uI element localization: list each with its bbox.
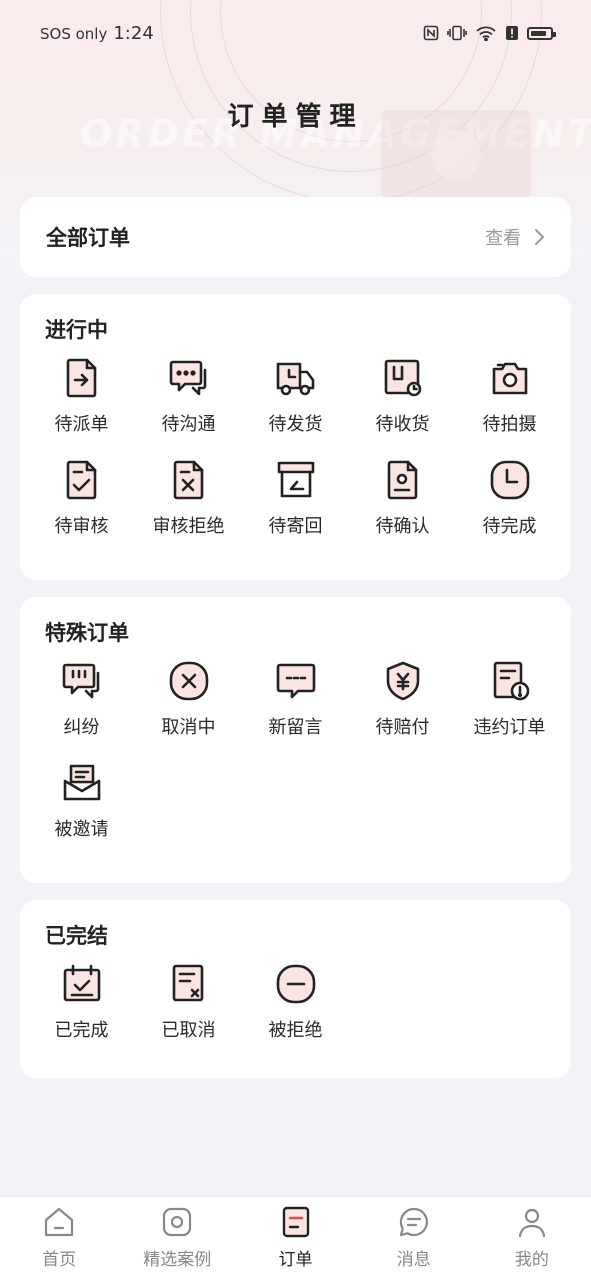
page-title: 订单管理	[227, 102, 364, 132]
order-status-rejected[interactable]: 被拒绝	[242, 962, 349, 1042]
order-status-pending-compensation[interactable]: 待赔付	[349, 659, 456, 739]
item-label: 已完成	[54, 1020, 109, 1041]
item-label: 已取消	[161, 1020, 216, 1041]
return-box-icon	[277, 461, 314, 498]
item-label: 待派单	[54, 414, 109, 435]
item-label: 取消中	[161, 717, 216, 738]
bottom-tab-bar: 首页 精选案例 订单 消息 我的	[0, 1196, 591, 1281]
truck-icon	[276, 362, 314, 396]
camera-icon	[492, 362, 527, 395]
all-orders-view-link[interactable]: 查看	[485, 224, 545, 250]
tab-featured-cases[interactable]: 精选案例	[118, 1197, 236, 1281]
tab-home[interactable]: 首页	[0, 1197, 118, 1281]
cancel-circle-icon	[169, 661, 208, 701]
document-cancelled-icon	[172, 964, 203, 1002]
tab-label: 消息	[396, 1250, 431, 1270]
status-time: 1:24	[113, 22, 154, 44]
shield-yen-icon	[386, 661, 419, 701]
chevron-right-icon	[535, 229, 544, 245]
item-label: 被拒绝	[268, 1020, 323, 1041]
tab-label: 首页	[42, 1250, 77, 1270]
order-status-review-rejected[interactable]: 审核拒绝	[135, 458, 242, 538]
document-warning-icon	[493, 661, 529, 701]
order-status-completed[interactable]: 已完成	[28, 962, 135, 1042]
clock-icon	[490, 460, 529, 500]
order-status-pending-shipment[interactable]: 待发货	[242, 356, 349, 436]
message-bubble-icon	[399, 1207, 428, 1237]
status-bar: SOS only 1:24	[0, 0, 591, 66]
order-status-pending-return[interactable]: 待寄回	[242, 458, 349, 538]
item-label: 被邀请	[54, 819, 109, 840]
item-label: 新留言	[268, 717, 323, 738]
item-label: 待赔付	[375, 717, 430, 738]
special-orders-card: 特殊订单 纠纷 取消中 新留言 待赔付 违约订单 被邀请	[20, 597, 571, 883]
order-status-invited[interactable]: 被邀请	[28, 761, 135, 841]
minus-circle-icon	[276, 964, 315, 1004]
order-status-pending-dispatch[interactable]: 待派单	[28, 356, 135, 436]
special-orders-title: 特殊订单	[45, 621, 129, 645]
tab-label: 我的	[514, 1250, 549, 1270]
in-progress-card: 进行中 待派单 待沟通 待发货 待收货 待拍摄 待审核 审核拒绝 待寄回 待确认…	[20, 294, 571, 580]
item-label: 违约订单	[473, 717, 546, 738]
order-status-pending-communication[interactable]: 待沟通	[135, 356, 242, 436]
tab-profile[interactable]: 我的	[473, 1197, 591, 1281]
finished-orders-title: 已完结	[45, 924, 108, 948]
order-status-pending-shoot[interactable]: 待拍摄	[456, 356, 563, 436]
dispatch-icon	[66, 358, 96, 398]
item-label: 待沟通	[161, 414, 216, 435]
all-orders-title: 全部订单	[46, 226, 130, 250]
order-status-new-message[interactable]: 新留言	[242, 659, 349, 739]
item-label: 审核拒绝	[152, 516, 225, 537]
status-carrier: SOS only	[40, 24, 108, 43]
item-label: 待确认	[375, 516, 430, 537]
finished-orders-card: 已完结 已完成 已取消 被拒绝	[20, 900, 571, 1078]
message-icon	[276, 663, 315, 699]
chat-icon	[169, 360, 206, 396]
document-check-icon	[66, 460, 96, 500]
item-label: 待完成	[482, 516, 537, 537]
document-person-icon	[387, 460, 417, 500]
all-orders-card[interactable]: 全部订单 查看	[20, 197, 571, 277]
nfc-icon	[423, 25, 439, 41]
calendar-check-icon	[63, 964, 100, 1002]
user-icon	[518, 1208, 546, 1238]
document-x-icon	[173, 460, 203, 500]
tab-orders[interactable]: 订单	[236, 1197, 354, 1281]
order-status-breach[interactable]: 违约订单	[456, 659, 563, 739]
package-icon	[384, 359, 421, 397]
order-icon	[282, 1206, 309, 1238]
item-label: 待拍摄	[482, 414, 537, 435]
featured-icon	[163, 1207, 192, 1237]
order-status-pending-confirm[interactable]: 待确认	[349, 458, 456, 538]
order-status-cancelling[interactable]: 取消中	[135, 659, 242, 739]
tab-label: 订单	[278, 1250, 313, 1270]
in-progress-title: 进行中	[45, 318, 108, 342]
view-label: 查看	[485, 228, 521, 249]
home-icon	[44, 1207, 74, 1237]
tab-messages[interactable]: 消息	[355, 1197, 473, 1281]
dispute-icon	[62, 663, 99, 699]
tab-label: 精选案例	[143, 1250, 212, 1270]
order-status-cancelled[interactable]: 已取消	[135, 962, 242, 1042]
item-label: 待发货	[268, 414, 323, 435]
item-label: 待寄回	[268, 516, 323, 537]
item-label: 待审核	[54, 516, 109, 537]
wifi-icon	[476, 26, 496, 41]
order-status-pending-complete[interactable]: 待完成	[456, 458, 563, 538]
order-status-pending-review[interactable]: 待审核	[28, 458, 135, 538]
order-status-dispute[interactable]: 纠纷	[28, 659, 135, 739]
battery-icon	[527, 26, 556, 40]
order-status-pending-receipt[interactable]: 待收货	[349, 356, 456, 436]
item-label: 纠纷	[63, 717, 100, 738]
item-label: 待收货	[375, 414, 430, 435]
envelope-icon	[63, 764, 100, 801]
alert-icon	[506, 26, 518, 40]
vibrate-icon	[447, 25, 467, 41]
